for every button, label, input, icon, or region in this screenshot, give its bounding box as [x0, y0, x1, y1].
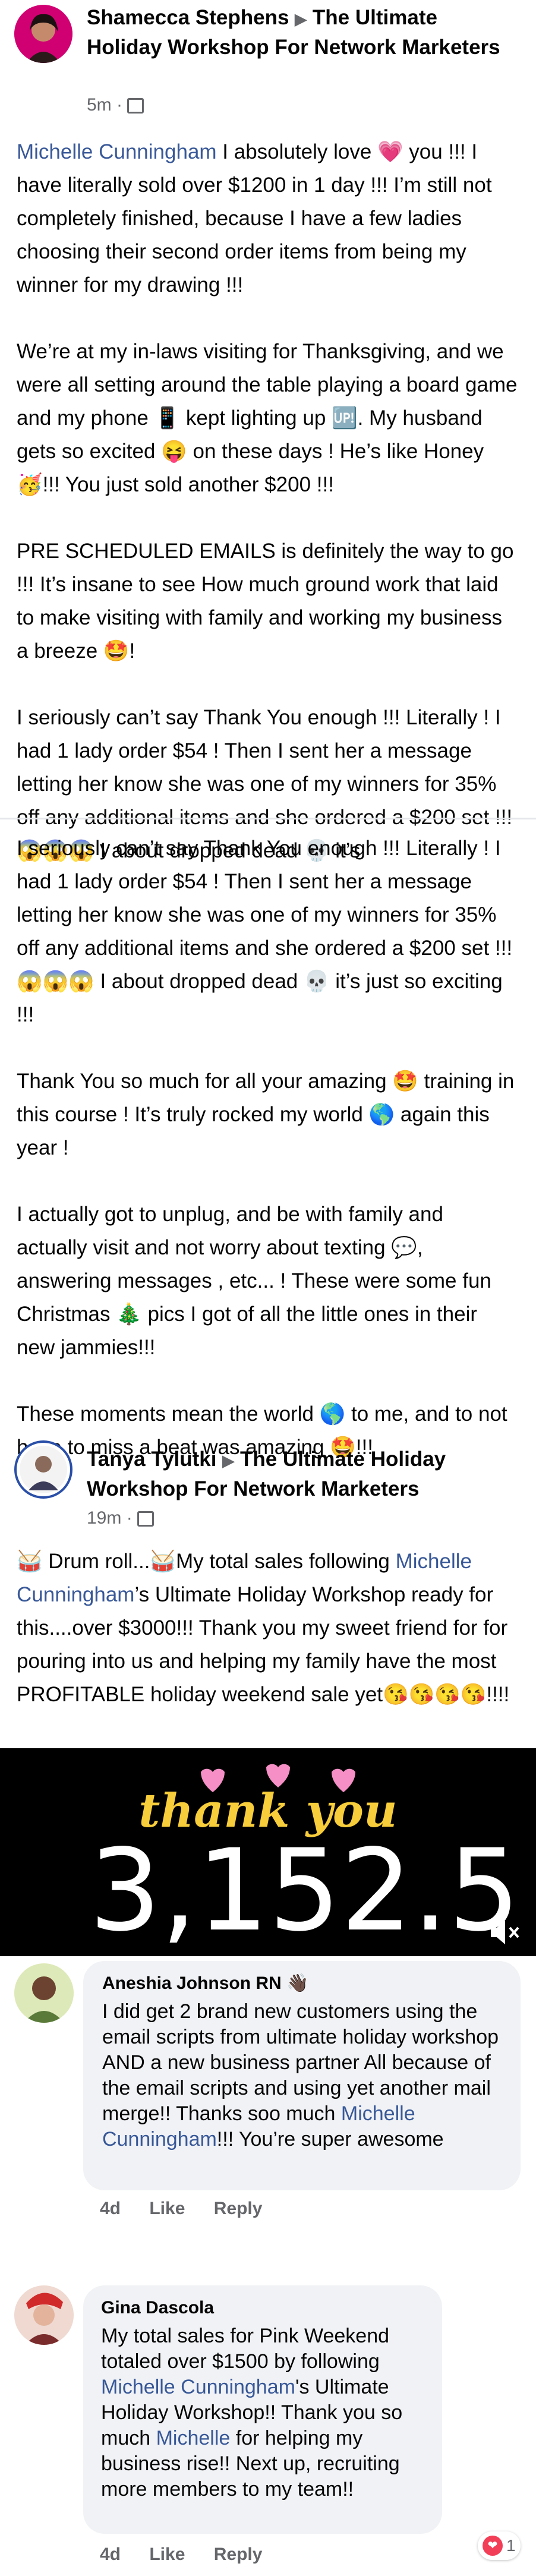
post-paragraph: PRE SCHEDULED EMAILS is definitely the w… — [17, 540, 514, 663]
post-paragraph: Michelle Cunningham I absolutely love 💗 … — [17, 140, 492, 297]
avatar[interactable] — [14, 1963, 74, 2023]
post-paragraph: I actually got to unplug, and be with fa… — [17, 1203, 491, 1359]
post-meta: 19m · — [87, 1508, 155, 1528]
comment-actions: 4d Like Reply — [100, 2545, 286, 2565]
like-button[interactable]: Like — [149, 2199, 185, 2218]
mention-link[interactable]: Michelle Cunningham — [101, 2376, 295, 2398]
comment-actions: 4d Like Reply — [100, 2199, 286, 2219]
post-paragraph: We’re at my in-laws visiting for Thanksg… — [17, 340, 518, 496]
speaker-muted-icon[interactable] — [488, 1919, 524, 1946]
video-player[interactable]: thank you 3,152.5 — [0, 1748, 536, 1956]
avatar[interactable] — [14, 5, 72, 63]
post-time[interactable]: 5m — [87, 95, 112, 115]
post-body: 🥁 Drum roll...🥁My total sales following … — [17, 1550, 510, 1706]
post-header: Tanya Tylutki ▶ The Ultimate Holiday Wor… — [87, 1445, 515, 1503]
reply-button[interactable]: Reply — [214, 2545, 263, 2564]
author-name[interactable]: Tanya Tylutki — [87, 1448, 216, 1471]
avatar[interactable] — [14, 1440, 72, 1499]
comment-text: I did get 2 brand new customers using th… — [102, 2000, 499, 2151]
avatar-photo — [20, 1446, 67, 1493]
avatar[interactable] — [14, 2285, 74, 2345]
like-button[interactable]: Like — [149, 2545, 185, 2564]
audience-icon — [137, 1511, 155, 1527]
comment-time[interactable]: 4d — [100, 2199, 121, 2218]
mention-link[interactable]: Michelle Cunningham — [17, 140, 217, 163]
comment-text: My total sales for Pink Weekend totaled … — [101, 2325, 403, 2501]
comment-bubble: Gina Dascola My total sales for Pink Wee… — [83, 2285, 442, 2534]
reaction-count: 1 — [506, 2536, 516, 2555]
comment-author[interactable]: Gina Dascola — [101, 2296, 214, 2320]
heart-reaction-icon: ❤ — [483, 2536, 503, 2556]
divider — [0, 818, 536, 819]
right-arrow-icon: ▶ — [295, 10, 307, 28]
author-name[interactable]: Shamecca Stephens — [87, 6, 289, 29]
comment-author[interactable]: Aneshia Johnson RN 👋🏿 — [102, 1972, 308, 1995]
comment-bubble: Aneshia Johnson RN 👋🏿 I did get 2 brand … — [83, 1961, 521, 2190]
post-meta: 5m · — [87, 95, 144, 115]
avatar-photo — [14, 2285, 74, 2345]
post-header: Shamecca Stephens ▶ The Ultimate Holiday… — [87, 4, 515, 62]
avatar-photo — [14, 1963, 74, 2023]
post-body-continued: I seriously can’t say Thank You enough !… — [17, 832, 519, 1464]
post-body: Michelle Cunningham I absolutely love 💗 … — [17, 135, 519, 868]
right-arrow-icon: ▶ — [222, 1451, 235, 1470]
reply-button[interactable]: Reply — [214, 2199, 263, 2218]
post-time[interactable]: 19m — [87, 1508, 121, 1528]
post-paragraph: Thank You so much for all your amazing 🤩… — [17, 1070, 515, 1159]
video-number: 3,152.5 — [89, 1825, 521, 1956]
avatar-photo — [14, 5, 72, 63]
audience-icon — [127, 98, 144, 114]
reaction-summary[interactable]: ❤ 1 — [478, 2531, 521, 2560]
post-paragraph: I seriously can’t say Thank You enough !… — [17, 837, 513, 1026]
mention-link[interactable]: Michelle — [156, 2427, 231, 2449]
comment-time[interactable]: 4d — [100, 2545, 121, 2564]
